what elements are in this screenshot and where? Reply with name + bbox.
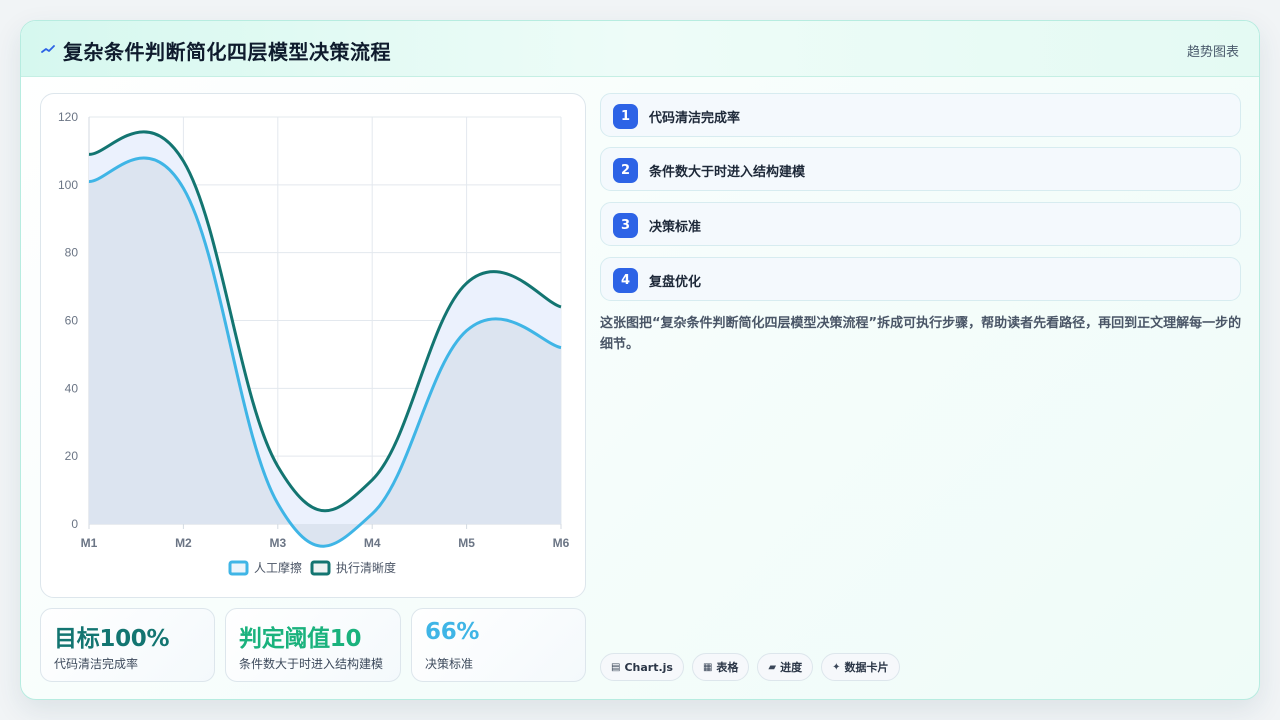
step-label: 决策标准 — [649, 220, 702, 235]
chip-progress[interactable]: ▰ 进度 — [757, 653, 814, 681]
chip-table[interactable]: ▦ 表格 — [691, 653, 750, 681]
table-icon: ▦ — [702, 661, 713, 673]
legend-swatch — [228, 560, 249, 576]
y-tick-label: 80 — [65, 246, 79, 260]
x-tick-label: M2 — [175, 536, 192, 550]
y-tick-label: 100 — [58, 178, 78, 192]
legend-label: 人工摩擦 — [254, 560, 302, 575]
x-tick-label: M6 — [553, 536, 570, 550]
y-tick-label: 60 — [65, 314, 79, 328]
area-fill-人工摩擦 — [89, 158, 561, 547]
kpi-card-target: 目标100% 代码清洁完成率 — [40, 608, 215, 682]
legend-label: 执行清晰度 — [336, 560, 396, 575]
area-chart: 0 20 40 60 80 100 120 M1 M2 M3 M4 M5 M6 人工摩擦 执行清晰度 — [58, 110, 570, 576]
chart-icon: ▤ — [611, 661, 621, 673]
sparkle-icon: ✦ — [832, 661, 841, 673]
kpi-label: 代码清洁完成率 — [54, 657, 139, 671]
x-tick-label: M3 — [269, 536, 286, 550]
chip-label: 数据卡片 — [844, 661, 889, 674]
y-tick-label: 0 — [71, 517, 78, 531]
chip-label: Chart.js — [624, 660, 673, 674]
step-number-badge: 2 — [613, 158, 638, 183]
step-number-badge: 4 — [613, 268, 638, 293]
kpi-value: 判定阈值10 — [239, 626, 362, 652]
step-item-1[interactable]: 1 代码清洁完成率 — [600, 93, 1241, 137]
chip-label: 表格 — [716, 661, 739, 674]
chart-type-tag: 趋势图表 — [1186, 45, 1239, 60]
legend-swatch — [310, 560, 331, 576]
step-item-2[interactable]: 2 条件数大于时进入结构建模 — [600, 147, 1241, 191]
y-tick-label: 20 — [65, 449, 79, 463]
x-tick-label: M1 — [81, 536, 98, 550]
tech-chips: ▤ Chart.js ▦ 表格 ▰ 进度 ✦ 数据卡片 — [600, 653, 900, 681]
y-tick-label: 40 — [65, 381, 79, 395]
step-item-4[interactable]: 4 复盘优化 — [600, 257, 1241, 301]
x-tick-label: M5 — [458, 536, 475, 550]
step-label: 复盘优化 — [649, 275, 702, 290]
page-title: 复杂条件判断简化四层模型决策流程 — [63, 40, 391, 64]
step-number-badge: 1 — [613, 104, 638, 129]
kpi-label: 条件数大于时进入结构建模 — [239, 657, 384, 671]
x-tick-label: M4 — [364, 536, 381, 550]
y-axis-ticks: 0 20 40 60 80 100 120 — [58, 110, 78, 531]
y-tick-label: 120 — [58, 110, 78, 124]
header: 复杂条件判断简化四层模型决策流程 趋势图表 — [21, 21, 1259, 77]
chart-legend: 人工摩擦 执行清晰度 — [228, 560, 396, 576]
kpi-card-threshold: 判定阈值10 条件数大于时进入结构建模 — [225, 608, 401, 682]
description-text: 这张图把“复杂条件判断简化四层模型决策流程”拆成可执行步骤，帮助读者先看路径，再… — [600, 316, 1242, 352]
chart-panel: 0 20 40 60 80 100 120 M1 M2 M3 M4 M5 M6 人工摩擦 执行清晰度 — [40, 93, 586, 598]
step-item-3[interactable]: 3 决策标准 — [600, 202, 1241, 246]
chip-data-card[interactable]: ✦ 数据卡片 — [821, 653, 900, 681]
kpi-label: 决策标准 — [425, 657, 474, 671]
kpi-card-standard: 66% 决策标准 — [411, 608, 586, 682]
chip-label: 进度 — [780, 661, 803, 674]
chart-areas — [89, 131, 561, 547]
kpi-value: 66% — [425, 619, 480, 645]
kpi-value: 目标100% — [54, 626, 170, 652]
chip-chartjs[interactable]: ▤ Chart.js — [600, 653, 684, 681]
step-label: 代码清洁完成率 — [649, 111, 741, 126]
sparkline-icon — [41, 45, 55, 53]
main-card: 复杂条件判断简化四层模型决策流程 趋势图表 0 20 40 60 80 100 120 M1… — [20, 20, 1260, 700]
progress-icon: ▰ — [768, 661, 777, 673]
step-number-badge: 3 — [613, 213, 638, 238]
step-label: 条件数大于时进入结构建模 — [649, 165, 806, 180]
